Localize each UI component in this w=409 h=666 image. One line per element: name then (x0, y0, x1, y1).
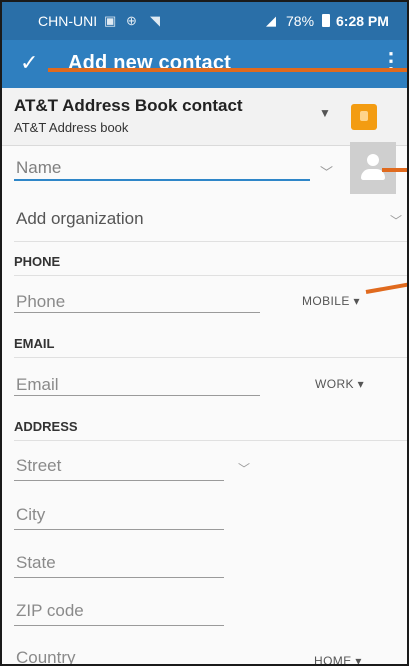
zip-code-field[interactable]: ZIP code (16, 601, 84, 621)
street-field-underline (14, 480, 224, 481)
add-organization-field[interactable]: Add organization (16, 209, 144, 229)
phone-type-select[interactable]: MOBILE ▾ (302, 294, 360, 308)
address-section-header: ADDRESS (14, 419, 78, 434)
battery-icon (322, 14, 330, 27)
wifi-icon: ◥ (150, 13, 160, 28)
divider (14, 275, 407, 276)
zip-code-field-underline (14, 625, 224, 626)
annotation-callout-line (382, 168, 407, 172)
city-field[interactable]: City (16, 505, 45, 525)
phone-section-header: PHONE (14, 254, 61, 269)
address-book-icon (351, 104, 377, 130)
status-bar: CHN-UNI ▣ ⊕ ◥ ◢ 78% 6:28 PM (2, 2, 407, 40)
person-icon (367, 154, 379, 166)
notification-icon: ▣ (104, 13, 117, 28)
state-field-underline (14, 577, 224, 578)
divider (14, 241, 407, 242)
phone-field-underline (14, 312, 260, 313)
battery-percent: 78% (286, 13, 315, 29)
country-field[interactable]: Country (16, 648, 76, 664)
dropdown-arrow-icon[interactable]: ▼ (319, 106, 331, 120)
account-selector[interactable]: AT&T Address Book contact AT&T Address b… (2, 88, 407, 146)
city-field-underline (14, 529, 224, 530)
annotation-callout-line (48, 68, 407, 72)
annotation-callout-line (365, 282, 407, 294)
email-field[interactable]: Email (16, 375, 59, 395)
clock: 6:28 PM (336, 13, 389, 29)
email-type-select[interactable]: WORK ▾ (315, 377, 364, 391)
phone-field[interactable]: Phone (16, 292, 65, 312)
state-field[interactable]: State (16, 553, 56, 573)
name-field[interactable]: Name (16, 158, 61, 178)
email-section-header: EMAIL (14, 336, 55, 351)
expand-organization-icon[interactable]: ﹀ (390, 212, 402, 229)
usb-icon: ⊕ (126, 13, 137, 28)
divider (14, 440, 407, 441)
account-subtitle: AT&T Address book (14, 120, 129, 135)
expand-street-icon[interactable]: ﹀ (238, 460, 250, 477)
name-field-underline (14, 179, 310, 181)
signal-icon: ◢ (266, 13, 276, 28)
address-type-select[interactable]: HOME ▾ (314, 654, 362, 664)
phone-screen: CHN-UNI ▣ ⊕ ◥ ◢ 78% 6:28 PM ✓ Add new co… (0, 0, 409, 666)
account-title: AT&T Address Book contact (14, 96, 243, 115)
street-field[interactable]: Street (16, 456, 61, 476)
carrier-label: CHN-UNI (38, 13, 98, 29)
app-toolbar: ✓ Add new contact ⋮ (2, 40, 407, 88)
check-icon[interactable]: ✓ (20, 50, 38, 76)
expand-name-icon[interactable]: ﹀ (320, 162, 333, 181)
email-field-underline (14, 395, 260, 396)
divider (14, 357, 407, 358)
